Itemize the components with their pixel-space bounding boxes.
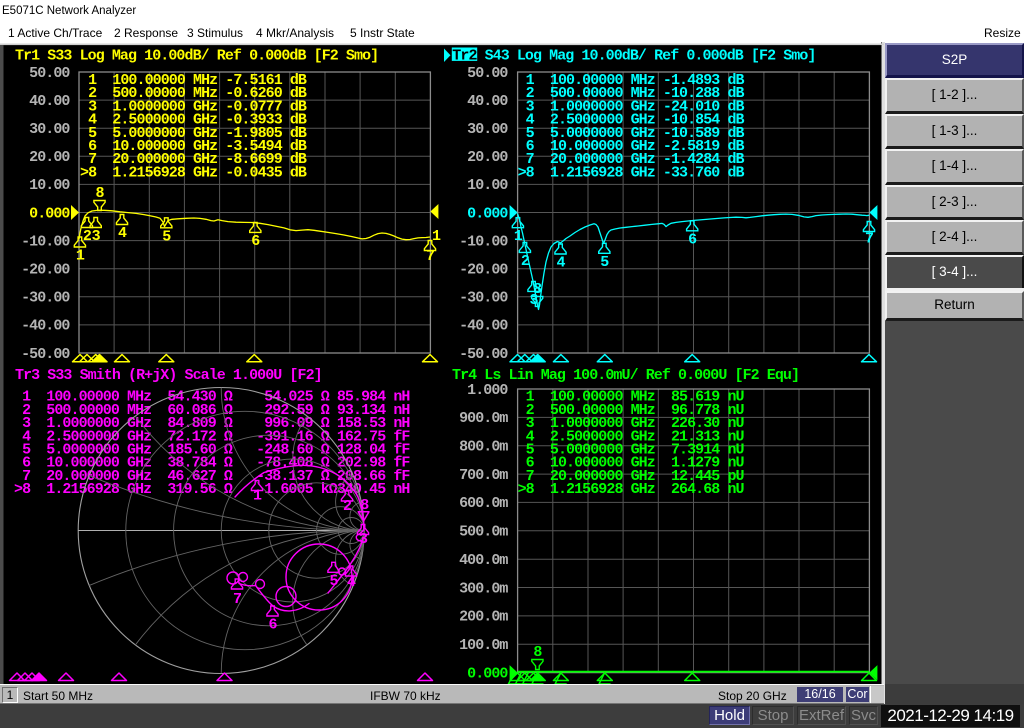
svg-text:-20.00: -20.00 xyxy=(459,262,508,279)
svg-text:30.00: 30.00 xyxy=(29,121,70,138)
svg-text:7: 7 xyxy=(426,248,434,265)
svg-text:7: 7 xyxy=(865,231,873,248)
svg-text:0.000: 0.000 xyxy=(467,665,508,682)
svg-text:5: 5 xyxy=(329,573,338,590)
svg-text:40.00: 40.00 xyxy=(467,93,508,110)
svg-text:0.000: 0.000 xyxy=(29,205,70,222)
svg-text:800.0m: 800.0m xyxy=(459,439,508,456)
svg-text:30.00: 30.00 xyxy=(467,121,508,138)
svg-text:7: 7 xyxy=(233,591,241,608)
svg-text:1: 1 xyxy=(253,488,262,505)
svg-text:2: 2 xyxy=(83,228,92,245)
svg-text:20.00: 20.00 xyxy=(467,149,508,166)
svg-text:>8 1.2156928 GHz 264.68 nU: >8 1.2156928 GHz 264.68 nU xyxy=(518,481,745,498)
svg-text:400.0m: 400.0m xyxy=(459,552,508,569)
svg-text:10.00: 10.00 xyxy=(29,177,70,194)
svg-text:2: 2 xyxy=(521,253,530,270)
svg-text:2: 2 xyxy=(343,498,352,515)
svg-text:700.0m: 700.0m xyxy=(459,467,508,484)
svg-text:>8 1.2156928 GHz -33.760 dB: >8 1.2156928 GHz -33.760 dB xyxy=(518,164,745,181)
svg-text:6: 6 xyxy=(268,617,277,634)
svg-text:-40.00: -40.00 xyxy=(459,318,508,335)
svg-text:-20.00: -20.00 xyxy=(21,262,70,279)
svg-text:10.00: 10.00 xyxy=(467,177,508,194)
svg-text:4: 4 xyxy=(347,574,356,591)
svg-text:200.0m: 200.0m xyxy=(459,609,508,626)
svg-text:3: 3 xyxy=(359,531,368,548)
svg-text:1: 1 xyxy=(432,228,441,245)
svg-text:8: 8 xyxy=(533,644,542,661)
svg-text:Tr2: Tr2 xyxy=(452,48,477,65)
svg-text:-30.00: -30.00 xyxy=(459,290,508,307)
svg-text:1: 1 xyxy=(76,248,85,265)
svg-text:1.000: 1.000 xyxy=(467,382,508,399)
svg-text:40.00: 40.00 xyxy=(29,93,70,110)
svg-text:8: 8 xyxy=(95,185,104,202)
svg-text:0.000: 0.000 xyxy=(467,205,508,222)
svg-text:>8 1.2156928 GHz -0.0435 dB: >8 1.2156928 GHz -0.0435 dB xyxy=(80,164,307,181)
svg-text:-10.00: -10.00 xyxy=(21,233,70,250)
svg-text:50.00: 50.00 xyxy=(29,65,70,82)
svg-text:4: 4 xyxy=(556,255,565,272)
svg-text:300.0m: 300.0m xyxy=(459,580,508,597)
svg-text:600.0m: 600.0m xyxy=(459,495,508,512)
svg-text:5: 5 xyxy=(600,254,609,271)
svg-text:6: 6 xyxy=(251,233,260,250)
svg-text:3: 3 xyxy=(92,228,101,245)
svg-text:-50.00: -50.00 xyxy=(21,346,70,363)
svg-text:-50.00: -50.00 xyxy=(459,346,508,363)
svg-text:Tr3 S33 Smith (R+jX) Scale 1.0: Tr3 S33 Smith (R+jX) Scale 1.000U [F2] xyxy=(15,367,322,384)
svg-text:-30.00: -30.00 xyxy=(21,290,70,307)
svg-text:Tr1 S33 Log Mag 10.00dB/ Ref 0: Tr1 S33 Log Mag 10.00dB/ Ref 0.000dB [F2… xyxy=(15,48,378,65)
svg-text:100.0m: 100.0m xyxy=(459,637,508,654)
svg-text:50.00: 50.00 xyxy=(467,65,508,82)
svg-text:500.0m: 500.0m xyxy=(459,524,508,541)
svg-text:1: 1 xyxy=(514,228,523,245)
svg-text:S43 Log Mag 10.00dB/ Ref 0.000: S43 Log Mag 10.00dB/ Ref 0.000dB [F2 Smo… xyxy=(485,48,816,65)
svg-text:4: 4 xyxy=(118,225,127,242)
svg-text:-40.00: -40.00 xyxy=(21,318,70,335)
svg-text:900.0m: 900.0m xyxy=(459,410,508,427)
svg-text:20.00: 20.00 xyxy=(29,149,70,166)
svg-text:6: 6 xyxy=(688,231,697,248)
svg-text:5: 5 xyxy=(162,228,171,245)
svg-text:-10.00: -10.00 xyxy=(459,233,508,250)
svg-text:8: 8 xyxy=(533,281,542,298)
